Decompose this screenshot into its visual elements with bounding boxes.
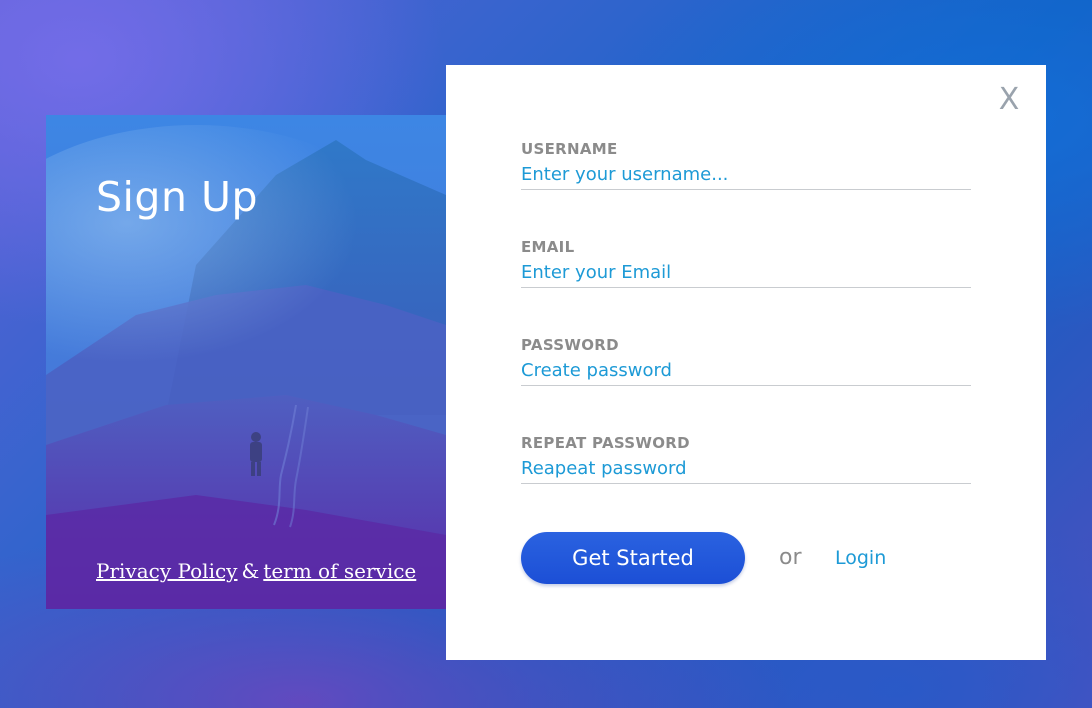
legal-links: Privacy Policy & term of service xyxy=(96,559,416,583)
username-field-group: USERNAME xyxy=(521,140,971,190)
password-label: PASSWORD xyxy=(521,336,619,354)
email-field-group: EMAIL xyxy=(521,238,971,288)
privacy-policy-link[interactable]: Privacy Policy xyxy=(96,559,237,583)
username-label: USERNAME xyxy=(521,140,618,158)
signup-form-panel: X USERNAME EMAIL PASSWORD REPEAT PASSWOR… xyxy=(446,65,1046,660)
get-started-button[interactable]: Get Started xyxy=(521,532,745,584)
repeat-password-input[interactable] xyxy=(521,458,971,484)
password-field-group: PASSWORD xyxy=(521,336,971,386)
or-separator-text: or xyxy=(779,545,802,570)
legal-links-separator: & xyxy=(241,559,260,583)
username-input[interactable] xyxy=(521,164,971,190)
sign-up-title: Sign Up xyxy=(96,173,258,221)
login-link[interactable]: Login xyxy=(835,543,886,573)
hero-image-card: Sign Up Privacy Policy & term of service xyxy=(46,115,446,609)
email-label: EMAIL xyxy=(521,238,575,256)
email-input[interactable] xyxy=(521,262,971,288)
repeat-password-label: REPEAT PASSWORD xyxy=(521,434,690,452)
repeat-password-field-group: REPEAT PASSWORD xyxy=(521,434,971,484)
close-button[interactable]: X xyxy=(995,82,1023,118)
terms-of-service-link[interactable]: term of service xyxy=(263,559,416,583)
password-input[interactable] xyxy=(521,360,971,386)
